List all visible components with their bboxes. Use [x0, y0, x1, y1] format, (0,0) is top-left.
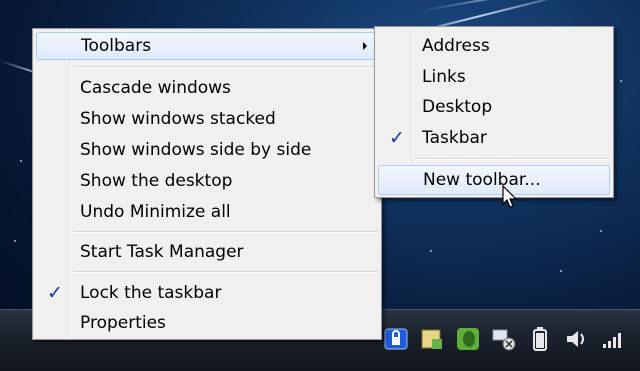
menu-item-label: Undo Minimize all	[80, 202, 231, 222]
menu-item-label: Desktop	[422, 97, 493, 117]
evernote-icon[interactable]	[454, 325, 482, 353]
checkmark-icon: ✓	[47, 282, 63, 304]
menu-item-start-task-manager[interactable]: Start Task Manager	[36, 238, 378, 266]
mouse-cursor-icon	[502, 185, 518, 208]
menu-item-undo-minimize-all[interactable]: Undo Minimize all	[36, 198, 378, 226]
star	[20, 160, 22, 162]
menu-item-label: Show windows side by side	[80, 140, 312, 160]
menu-item-label: Lock the taskbar	[80, 283, 222, 303]
submenu-item-desktop[interactable]: Desktop	[378, 93, 610, 121]
star	[560, 270, 562, 272]
network-icon[interactable]	[490, 325, 518, 353]
menu-item-label: Properties	[80, 313, 166, 333]
menu-item-label: Start Task Manager	[80, 242, 244, 262]
security-shield-icon[interactable]	[382, 325, 410, 353]
volume-icon[interactable]	[562, 325, 590, 353]
menu-item-show-the-desktop[interactable]: Show the desktop	[36, 167, 378, 195]
menu-separator	[415, 158, 610, 160]
toolbars-submenu: Address Links Desktop ✓ Taskbar New tool…	[374, 26, 614, 198]
submenu-item-links[interactable]: Links	[378, 63, 610, 91]
signal-bars-icon[interactable]	[598, 325, 626, 353]
menu-item-label: Links	[422, 67, 466, 87]
menu-separator	[73, 271, 378, 273]
menu-item-label: Address	[422, 36, 490, 56]
checkmark-icon: ✓	[389, 127, 405, 149]
menu-item-toolbars[interactable]: Toolbars	[36, 32, 378, 60]
submenu-arrow-icon	[363, 42, 367, 50]
menu-item-lock-the-taskbar[interactable]: ✓ Lock the taskbar	[36, 279, 378, 307]
submenu-item-taskbar[interactable]: ✓ Taskbar	[378, 124, 610, 152]
menu-item-label: Show the desktop	[80, 171, 233, 191]
submenu-item-address[interactable]: Address	[378, 32, 610, 60]
menu-item-properties[interactable]: Properties	[36, 309, 378, 337]
notes-icon[interactable]	[418, 325, 446, 353]
menu-item-label: Cascade windows	[80, 78, 231, 98]
menu-separator	[73, 66, 378, 68]
menu-item-label: New toolbar...	[423, 170, 541, 190]
system-tray	[368, 322, 640, 356]
menu-item-show-windows-side-by-side[interactable]: Show windows side by side	[36, 136, 378, 164]
battery-icon[interactable]	[526, 325, 554, 353]
submenu-item-new-toolbar[interactable]: New toolbar...	[378, 165, 610, 195]
light-streak	[419, 0, 568, 12]
menu-item-label: Toolbars	[81, 36, 152, 56]
menu-item-cascade-windows[interactable]: Cascade windows	[36, 74, 378, 102]
taskbar-context-menu: Toolbars Cascade windows Show windows st…	[32, 28, 382, 340]
menu-item-label: Taskbar	[422, 128, 487, 148]
star	[600, 230, 602, 232]
menu-item-label: Show windows stacked	[80, 109, 276, 129]
menu-separator	[73, 231, 378, 233]
menu-item-show-windows-stacked[interactable]: Show windows stacked	[36, 105, 378, 133]
star	[620, 80, 622, 82]
star	[14, 240, 16, 242]
star	[430, 250, 432, 252]
